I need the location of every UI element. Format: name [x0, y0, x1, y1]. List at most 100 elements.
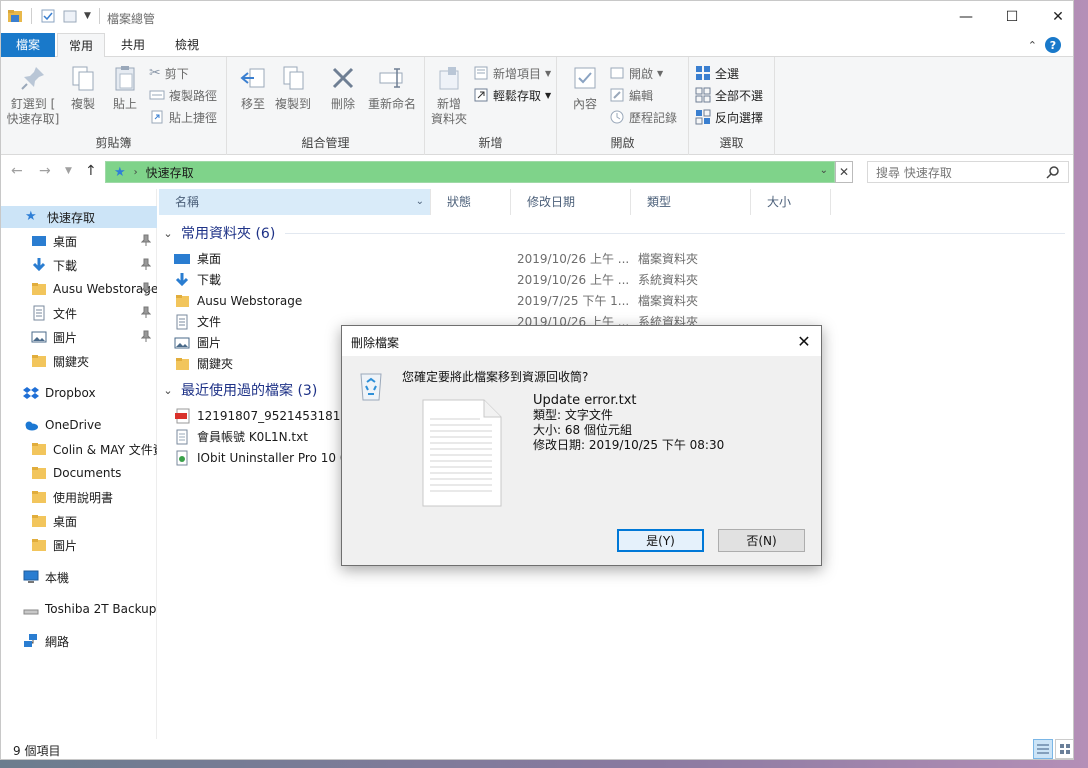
select-all-button[interactable]: 全選 — [695, 63, 739, 83]
no-button[interactable]: 否(N) — [718, 529, 805, 552]
nav-item-downloads[interactable]: 下載 — [1, 254, 157, 276]
easy-access-button[interactable]: 輕鬆存取 ▼ — [473, 85, 551, 105]
item-name: 文件 — [197, 315, 222, 329]
move-to-label: 移至 — [240, 97, 265, 111]
cut-button[interactable]: ✂ 剪下 — [149, 63, 189, 83]
group-header-frequent[interactable]: ⌄ 常用資料夾 (6) — [161, 222, 275, 244]
nav-label: Documents — [53, 466, 122, 480]
nav-item-pictures[interactable]: 圖片 — [1, 326, 157, 348]
column-header-type[interactable]: 類型 — [631, 189, 751, 215]
copy-to-button[interactable]: 複製到 — [273, 63, 313, 112]
nav-item-dropbox[interactable]: Dropbox — [1, 382, 157, 404]
nav-item-onedrive[interactable]: OneDrive — [1, 414, 157, 436]
delete-button[interactable]: 刪除 — [325, 63, 361, 112]
invert-selection-button[interactable]: 反向選擇 — [695, 107, 763, 127]
address-clear-button[interactable]: ✕ — [835, 161, 853, 183]
minimize-button[interactable]: — — [943, 1, 989, 33]
move-to-button[interactable]: 移至 — [235, 63, 271, 112]
rename-icon — [379, 68, 403, 88]
copy-path-icon — [149, 90, 165, 100]
select-none-label: 全部不選 — [715, 88, 764, 103]
dialog-close-button[interactable]: ✕ — [791, 330, 817, 352]
chevron-down-icon[interactable]: ▼ — [84, 11, 91, 21]
nav-item-keyfolder[interactable]: 關鍵夾 — [1, 350, 157, 372]
dialog-title-bar: 刪除檔案 ✕ — [342, 326, 821, 356]
nav-item-this-pc[interactable]: 本機 — [1, 566, 157, 588]
open-button[interactable]: 開啟 ▼ — [609, 63, 663, 83]
move-to-icon — [240, 68, 265, 88]
rename-button[interactable]: 重新命名 — [365, 63, 419, 112]
paste-button[interactable]: 貼上 — [105, 63, 145, 112]
copy-button[interactable]: 複製 — [63, 63, 103, 112]
documents-icon — [33, 305, 45, 321]
star-icon: ★ — [114, 164, 126, 180]
navigation-bar: ← → ▼ ↑ ★ › 快速存取 ⌄ ✕ 搜尋 快速存取 — [1, 155, 1073, 189]
rename-label: 重新命名 — [367, 97, 416, 111]
list-item[interactable]: 桌面 2019/10/26 上午 ... 檔案資料夾 — [173, 248, 713, 269]
tab-view[interactable]: 檢視 — [163, 33, 211, 57]
nav-item-backup-drive[interactable]: Toshiba 2T Backup ( — [1, 598, 157, 620]
maximize-button[interactable]: ☐ — [989, 1, 1035, 33]
vertical-scrollbar[interactable] — [1067, 189, 1073, 739]
back-icon[interactable]: ← — [11, 163, 23, 179]
list-item[interactable]: 下載 2019/10/26 上午 ... 系統資料夾 — [173, 269, 713, 290]
nav-item-onedrive-folder[interactable]: 圖片 — [1, 534, 157, 556]
list-item[interactable]: Ausu Webstorage 2019/7/25 下午 1... 檔案資料夾 — [173, 290, 713, 311]
file-date: 修改日期: 2019/10/25 下午 08:30 — [533, 438, 725, 452]
copy-path-label: 複製路徑 — [169, 88, 218, 103]
copy-path-button[interactable]: 複製路徑 — [149, 85, 217, 105]
new-folder-label: 新增 資料夾 — [430, 97, 467, 126]
nav-item-onedrive-folder[interactable]: Colin & MAY 文件資料 — [1, 438, 157, 460]
edit-button[interactable]: 編輯 — [609, 85, 653, 105]
large-icons-view-button[interactable] — [1055, 739, 1073, 759]
column-headers: 名稱 ⌄ 狀態 修改日期 類型 大小 — [159, 189, 1073, 215]
nav-item-documents[interactable]: 文件 — [1, 302, 157, 324]
chevron-down-icon: ▼ — [545, 68, 552, 78]
details-view-button[interactable] — [1033, 739, 1053, 759]
forward-icon[interactable]: → — [39, 163, 51, 179]
clipboard-group-label: 剪貼簿 — [95, 136, 132, 150]
properties-icon[interactable] — [40, 8, 56, 24]
up-icon[interactable]: ↑ — [85, 163, 97, 179]
nav-item-onedrive-folder[interactable]: 桌面 — [1, 510, 157, 532]
search-input[interactable]: 搜尋 快速存取 — [867, 161, 1069, 183]
help-icon[interactable]: ? — [1045, 37, 1061, 53]
new-item-button[interactable]: 新增項目 ▼ — [473, 63, 551, 83]
history-button[interactable]: 歷程記錄 — [609, 107, 677, 127]
collapse-ribbon-icon[interactable]: ⌃ — [1028, 39, 1037, 52]
column-name-label: 名稱 — [175, 195, 200, 209]
properties-icon — [574, 67, 596, 89]
new-folder-icon[interactable] — [62, 8, 78, 24]
yes-button[interactable]: 是(Y) — [617, 529, 704, 552]
tab-home[interactable]: 常用 — [57, 33, 105, 58]
properties-button[interactable]: 內容 — [565, 63, 605, 112]
group-header-recent[interactable]: ⌄ 最近使用過的檔案 (3) — [161, 379, 317, 401]
column-header-size[interactable]: 大小 — [751, 189, 831, 215]
folder-icon — [32, 355, 46, 367]
pin-to-quick-access-button[interactable]: 釘選到 [ 快速存取] — [5, 63, 61, 127]
column-header-modified[interactable]: 修改日期 — [511, 189, 631, 215]
nav-item-quick-access[interactable]: ★ 快速存取 — [1, 206, 157, 228]
nav-item-ausu-webstorage[interactable]: Ausu Webstorage — [1, 278, 157, 300]
ribbon-right-controls: ⌃ ? — [1028, 37, 1061, 53]
close-button[interactable]: ✕ — [1035, 1, 1073, 33]
new-folder-icon — [439, 67, 459, 90]
nav-item-network[interactable]: 網路 — [1, 630, 157, 652]
recent-locations-icon[interactable]: ▼ — [65, 166, 72, 176]
paste-shortcut-button[interactable]: 貼上捷徑 — [149, 107, 217, 127]
new-folder-button[interactable]: 新增 資料夾 — [429, 63, 469, 127]
address-dropdown-icon[interactable]: ⌄ — [820, 165, 828, 176]
address-bar[interactable]: ★ › 快速存取 ⌄ — [105, 161, 835, 183]
desktop-icon — [32, 236, 46, 246]
copy-to-icon — [283, 66, 304, 90]
nav-item-onedrive-folder[interactable]: 使用說明書 — [1, 486, 157, 508]
column-header-status[interactable]: 狀態 — [431, 189, 511, 215]
tab-file[interactable]: 檔案 — [1, 33, 55, 57]
file-type: 類型: 文字文件 — [533, 408, 613, 422]
nav-item-onedrive-folder[interactable]: Documents — [1, 462, 157, 484]
nav-item-desktop[interactable]: 桌面 — [1, 230, 157, 252]
text-document-icon — [422, 399, 502, 507]
tab-share[interactable]: 共用 — [109, 33, 157, 57]
select-none-button[interactable]: 全部不選 — [695, 85, 763, 105]
column-header-name[interactable]: 名稱 ⌄ — [159, 189, 431, 215]
